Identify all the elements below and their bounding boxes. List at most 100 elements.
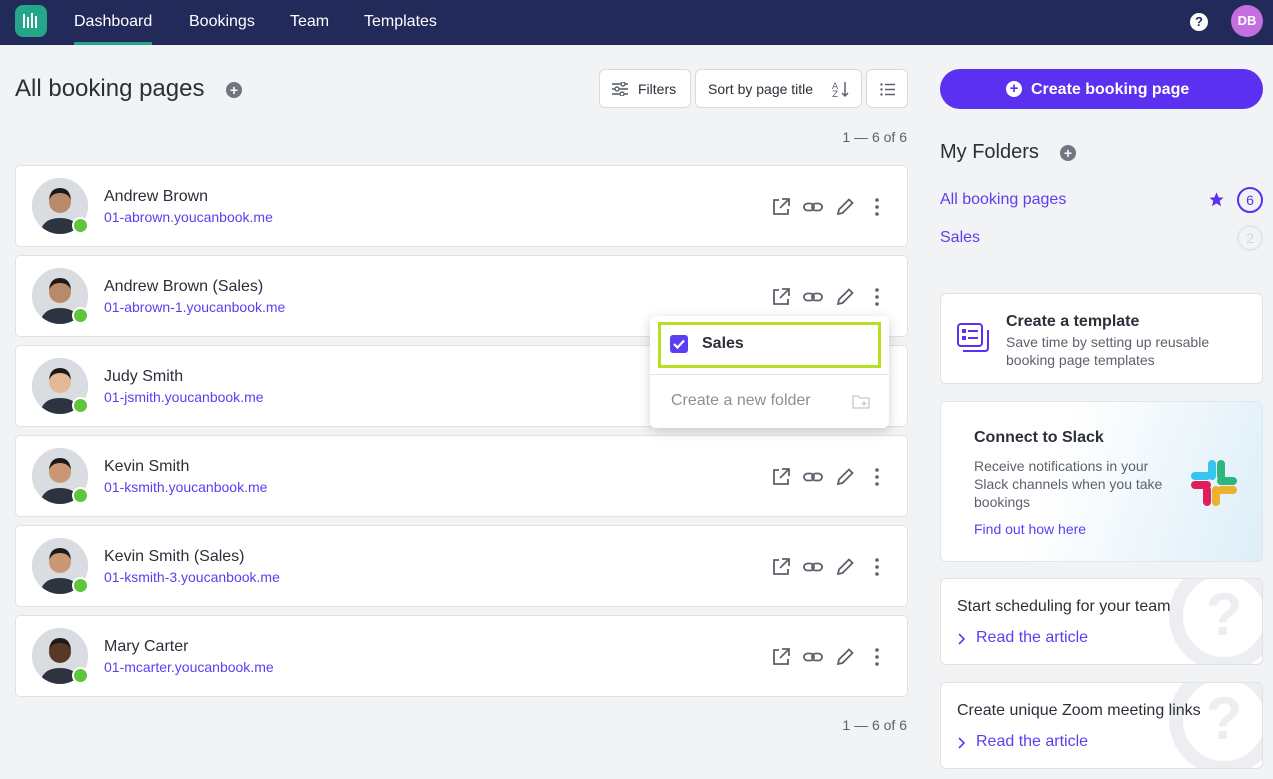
booking-name: Andrew Brown (Sales) bbox=[104, 278, 264, 295]
sales-checkbox[interactable] bbox=[670, 335, 688, 353]
pagination-count-top: 1 — 6 of 6 bbox=[842, 129, 907, 145]
booking-card[interactable]: Kevin Smith 01-ksmith.youcanbook.me bbox=[15, 435, 908, 517]
nav-templates[interactable]: Templates bbox=[364, 0, 437, 45]
create-template-card[interactable]: Create a template Save time by setting u… bbox=[940, 293, 1263, 384]
dropdown-divider bbox=[650, 374, 889, 375]
chevron-right-icon bbox=[958, 737, 965, 749]
folder-all-booking-pages[interactable]: All booking pages bbox=[940, 191, 1066, 209]
more-options-icon[interactable] bbox=[866, 556, 888, 578]
card-actions bbox=[770, 286, 890, 308]
nav-bookings[interactable]: Bookings bbox=[189, 0, 255, 45]
folders-title: My Folders bbox=[940, 141, 1039, 163]
open-external-icon[interactable] bbox=[770, 556, 792, 578]
nav-team[interactable]: Team bbox=[290, 0, 329, 45]
booking-name: Kevin Smith bbox=[104, 458, 190, 475]
copy-link-icon[interactable] bbox=[802, 196, 824, 218]
booking-link[interactable]: 01-abrown-1.youcanbook.me bbox=[104, 299, 285, 315]
create-booking-page-button[interactable]: + Create booking page bbox=[940, 69, 1263, 109]
booking-name: Kevin Smith (Sales) bbox=[104, 548, 245, 565]
online-status-indicator bbox=[72, 307, 89, 324]
plus-circle-icon: + bbox=[1006, 81, 1022, 97]
edit-pencil-icon[interactable] bbox=[834, 556, 856, 578]
create-folder-option[interactable]: Create a new folder bbox=[671, 392, 811, 410]
app-logo-icon[interactable] bbox=[15, 5, 47, 37]
pagination-count-bottom: 1 — 6 of 6 bbox=[842, 717, 907, 733]
folder-count-badge: 6 bbox=[1237, 187, 1263, 213]
question-watermark-icon: ? bbox=[1169, 579, 1262, 664]
add-folder-icon[interactable]: + bbox=[1060, 145, 1076, 161]
online-status-indicator bbox=[72, 487, 89, 504]
svg-text:Z: Z bbox=[832, 90, 838, 98]
template-card-text: Save time by setting up reusable booking… bbox=[1006, 334, 1210, 368]
slack-card-link[interactable]: Find out how here bbox=[974, 521, 1086, 537]
connect-slack-card: Connect to Slack Receive notifications i… bbox=[940, 401, 1263, 562]
read-article-link[interactable]: Read the article bbox=[976, 629, 1088, 647]
booking-link[interactable]: 01-ksmith.youcanbook.me bbox=[104, 479, 267, 495]
read-article-link[interactable]: Read the article bbox=[976, 733, 1088, 751]
booking-name: Andrew Brown bbox=[104, 188, 209, 205]
add-booking-page-icon[interactable]: + bbox=[226, 82, 242, 98]
user-avatar[interactable]: DB bbox=[1231, 5, 1263, 37]
open-external-icon[interactable] bbox=[770, 466, 792, 488]
star-icon[interactable] bbox=[1208, 191, 1225, 208]
open-external-icon[interactable] bbox=[770, 196, 792, 218]
booking-card[interactable]: Andrew Brown 01-abrown.youcanbook.me bbox=[15, 165, 908, 247]
booking-name: Mary Carter bbox=[104, 638, 189, 655]
checkmark-icon bbox=[673, 339, 685, 350]
sort-button[interactable]: Sort by page title A Z bbox=[695, 69, 862, 108]
copy-link-icon[interactable] bbox=[802, 286, 824, 308]
edit-pencil-icon[interactable] bbox=[834, 196, 856, 218]
folder-option-sales[interactable]: Sales bbox=[658, 322, 881, 368]
more-options-icon[interactable] bbox=[866, 196, 888, 218]
booking-link[interactable]: 01-abrown.youcanbook.me bbox=[104, 209, 273, 225]
copy-link-icon[interactable] bbox=[802, 646, 824, 668]
create-booking-page-label: Create booking page bbox=[1031, 81, 1190, 98]
online-status-indicator bbox=[72, 217, 89, 234]
top-navbar: Dashboard Bookings Team Templates ? DB bbox=[0, 0, 1273, 45]
article-title: Create unique Zoom meeting links bbox=[957, 702, 1201, 719]
edit-pencil-icon[interactable] bbox=[834, 286, 856, 308]
sort-label: Sort by page title bbox=[708, 81, 814, 97]
online-status-indicator bbox=[72, 577, 89, 594]
filters-button[interactable]: Filters bbox=[599, 69, 691, 108]
online-status-indicator bbox=[72, 397, 89, 414]
booking-card[interactable]: Mary Carter 01-mcarter.youcanbook.me bbox=[15, 615, 908, 697]
booking-link[interactable]: 01-jsmith.youcanbook.me bbox=[104, 389, 264, 405]
slack-logo-icon bbox=[1191, 460, 1237, 506]
template-card-title: Create a template bbox=[1006, 313, 1140, 330]
article-card-team[interactable]: ? Start scheduling for your team Read th… bbox=[940, 578, 1263, 665]
booking-card[interactable]: Kevin Smith (Sales) 01-ksmith-3.youcanboo… bbox=[15, 525, 908, 607]
slack-card-text: Receive notifications in your Slack chan… bbox=[974, 458, 1163, 510]
card-actions bbox=[770, 646, 890, 668]
edit-pencil-icon[interactable] bbox=[834, 646, 856, 668]
article-title: Start scheduling for your team bbox=[957, 598, 1171, 615]
question-watermark-icon: ? bbox=[1169, 683, 1262, 768]
edit-pencil-icon[interactable] bbox=[834, 466, 856, 488]
copy-link-icon[interactable] bbox=[802, 466, 824, 488]
card-actions bbox=[770, 196, 890, 218]
folder-option-label: Sales bbox=[702, 335, 744, 352]
sort-az-icon: A Z bbox=[832, 82, 849, 98]
template-icon bbox=[957, 323, 989, 352]
folder-sales[interactable]: Sales bbox=[940, 229, 980, 247]
booking-link[interactable]: 01-ksmith-3.youcanbook.me bbox=[104, 569, 280, 585]
more-options-icon[interactable] bbox=[866, 286, 888, 308]
copy-link-icon[interactable] bbox=[802, 556, 824, 578]
nav-dashboard[interactable]: Dashboard bbox=[74, 0, 153, 45]
open-external-icon[interactable] bbox=[770, 646, 792, 668]
help-icon[interactable]: ? bbox=[1190, 13, 1208, 31]
booking-name: Judy Smith bbox=[104, 368, 184, 385]
more-options-icon[interactable] bbox=[866, 646, 888, 668]
open-external-icon[interactable] bbox=[770, 286, 792, 308]
card-actions bbox=[770, 556, 890, 578]
page-title: All booking pages bbox=[15, 75, 205, 102]
list-view-icon bbox=[880, 83, 895, 96]
filters-icon bbox=[612, 82, 628, 96]
filters-label: Filters bbox=[638, 81, 677, 97]
view-toggle-button[interactable] bbox=[866, 69, 908, 108]
new-folder-icon bbox=[852, 395, 870, 409]
slack-card-title: Connect to Slack bbox=[974, 429, 1104, 446]
booking-link[interactable]: 01-mcarter.youcanbook.me bbox=[104, 659, 274, 675]
article-card-zoom[interactable]: ? Create unique Zoom meeting links Read … bbox=[940, 682, 1263, 769]
more-options-icon[interactable] bbox=[866, 466, 888, 488]
